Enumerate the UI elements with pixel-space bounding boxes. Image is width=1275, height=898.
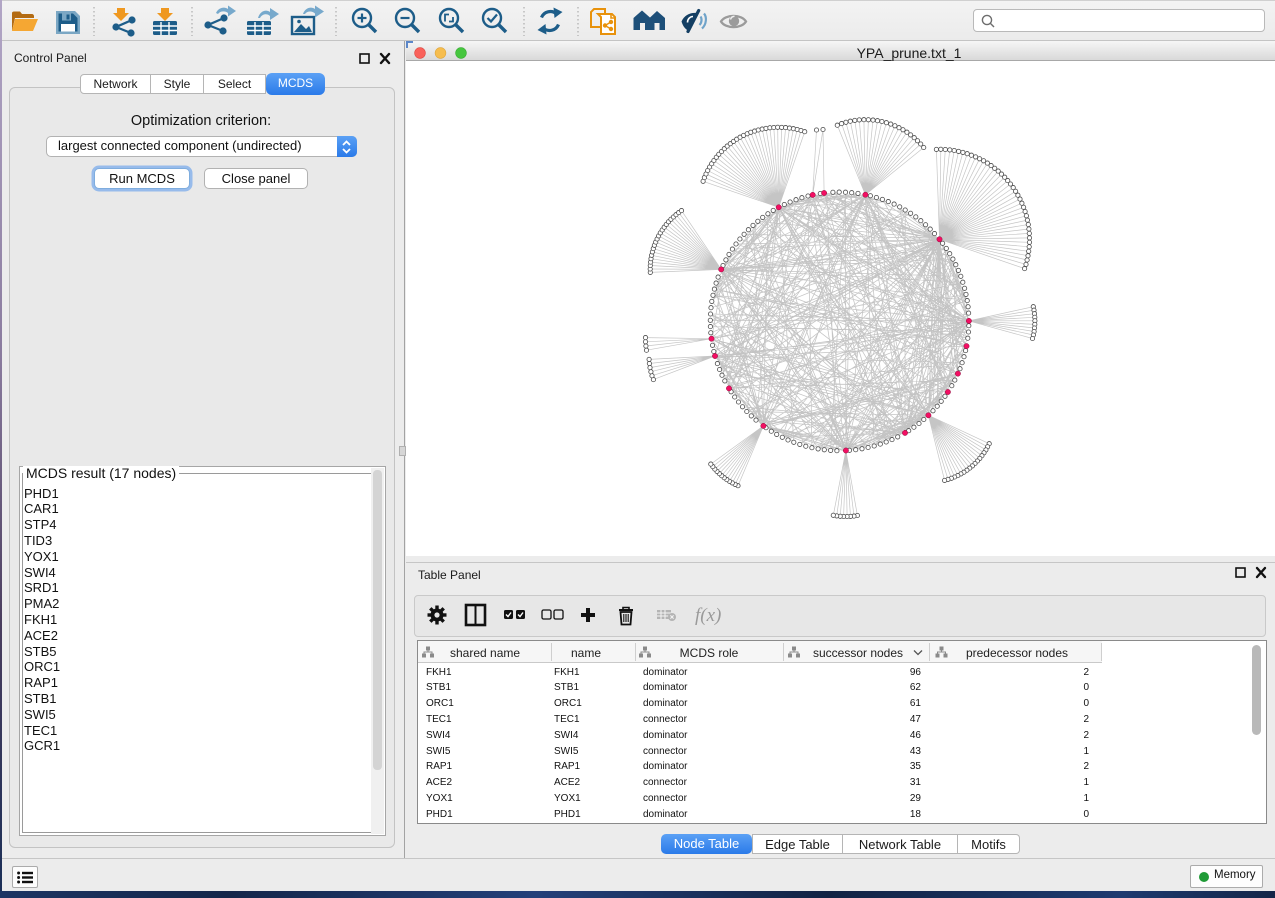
svg-text:shared name: shared name	[450, 646, 520, 660]
svg-text:name: name	[571, 646, 601, 660]
svg-text:f(x): f(x)	[695, 605, 721, 626]
svg-text:MCDS role: MCDS role	[680, 646, 739, 660]
svg-text:successor nodes: successor nodes	[813, 646, 903, 660]
svg-text:predecessor nodes: predecessor nodes	[966, 646, 1068, 660]
